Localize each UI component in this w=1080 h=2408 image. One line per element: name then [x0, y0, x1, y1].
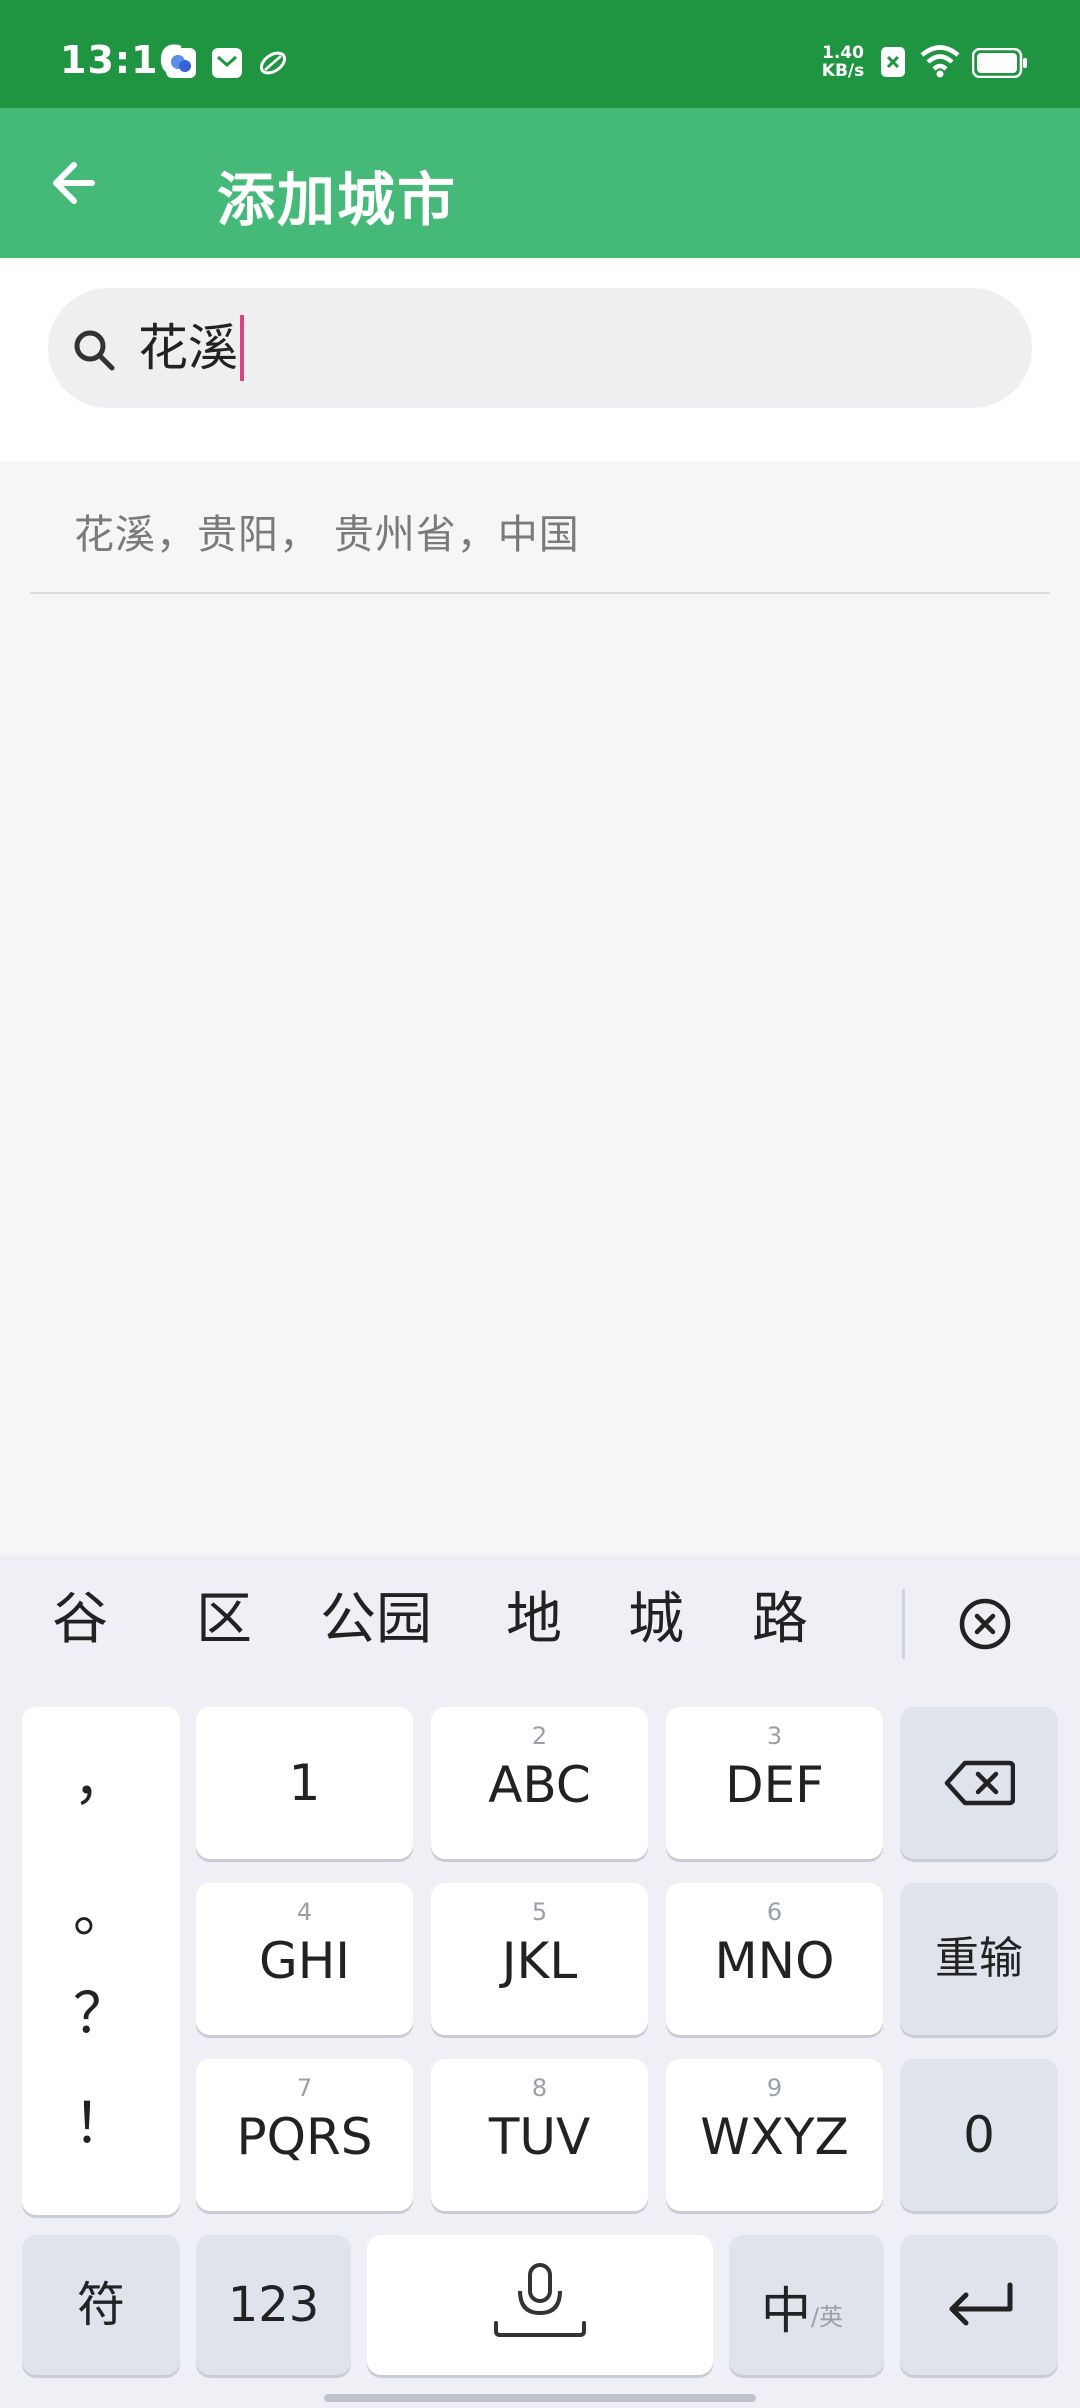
- candidate-item[interactable]: 地: [506, 1585, 562, 1655]
- enter-icon: [949, 2282, 1013, 2326]
- key-abc[interactable]: 2 ABC: [431, 1707, 648, 1859]
- punct-period[interactable]: 。: [22, 1867, 180, 1948]
- backspace-key[interactable]: [900, 1707, 1058, 1859]
- reset-key[interactable]: 重输: [900, 1883, 1058, 2035]
- mail-notification-icon: [212, 48, 242, 78]
- key-1[interactable]: 1: [196, 1707, 413, 1859]
- punct-comma[interactable]: ，: [22, 1735, 180, 1816]
- result-label: 花溪，贵阳， 贵州省，中国: [74, 512, 580, 558]
- candidate-item[interactable]: 路: [752, 1585, 808, 1655]
- candidate-item[interactable]: 城: [628, 1585, 684, 1655]
- no-sim-icon: [881, 47, 905, 77]
- net-speed: 1.40 KB/s: [821, 43, 865, 81]
- candidate-item[interactable]: 谷: [52, 1585, 108, 1655]
- candidate-divider: [902, 1589, 905, 1659]
- key-mno[interactable]: 6 MNO: [666, 1883, 883, 2035]
- symbols-key[interactable]: 符: [22, 2235, 180, 2375]
- enter-key[interactable]: [900, 2235, 1058, 2375]
- punct-question[interactable]: ？: [22, 1969, 180, 2050]
- numbers-key[interactable]: 123: [196, 2235, 351, 2375]
- punctuation-column: ， 。 ？ ！: [22, 1707, 180, 2215]
- language-switch-key[interactable]: 中 /英: [729, 2235, 884, 2375]
- keyboard: 谷 区 公园 地 城 路 ， 。 ？ ！ 1 2 ABC 3 DEF 4 GHI…: [0, 1555, 1080, 2408]
- candidate-item[interactable]: 区: [196, 1585, 252, 1655]
- key-ghi[interactable]: 4 GHI: [196, 1883, 413, 2035]
- page-title: 添加城市: [217, 166, 458, 234]
- app-notification-icon: [166, 48, 196, 78]
- wifi-icon: [920, 45, 960, 78]
- leaf-notification-icon: [258, 48, 288, 78]
- search-icon: [74, 330, 115, 371]
- search-query: 花溪: [138, 319, 238, 377]
- search-input[interactable]: 花溪: [138, 315, 244, 381]
- key-pqrs[interactable]: 7 PQRS: [196, 2059, 413, 2211]
- space-key[interactable]: [367, 2235, 713, 2375]
- candidate-bar: 谷 区 公园 地 城 路: [0, 1555, 1080, 1695]
- search-bar[interactable]: 花溪: [48, 288, 1032, 408]
- microphone-icon: [494, 2263, 586, 2337]
- punct-exclamation[interactable]: ！: [22, 2079, 180, 2160]
- text-caret: [240, 315, 244, 381]
- candidate-item[interactable]: 公园: [320, 1585, 432, 1655]
- results-list: 花溪，贵阳， 贵州省，中国: [0, 462, 1080, 594]
- search-area: 花溪: [0, 258, 1080, 462]
- lang-main-label: 中: [761, 2282, 811, 2340]
- status-bar: 13:16 1.40 KB/s: [0, 0, 1080, 108]
- arrow-left-icon: [53, 162, 95, 204]
- app-bar: 添加城市: [0, 108, 1080, 258]
- result-item[interactable]: 花溪，贵阳， 贵州省，中国: [30, 462, 1050, 594]
- backspace-icon: [944, 1760, 1015, 1806]
- key-def[interactable]: 3 DEF: [666, 1707, 883, 1859]
- key-jkl[interactable]: 5 JKL: [431, 1883, 648, 2035]
- battery-icon: [972, 48, 1027, 78]
- lang-alt-label: /英: [811, 2303, 844, 2331]
- close-candidates-icon[interactable]: [958, 1597, 1012, 1651]
- home-indicator[interactable]: [324, 2394, 756, 2402]
- key-wxyz[interactable]: 9 WXYZ: [666, 2059, 883, 2211]
- back-button[interactable]: [44, 146, 124, 220]
- key-tuv[interactable]: 8 TUV: [431, 2059, 648, 2211]
- key-0[interactable]: 0: [900, 2059, 1058, 2211]
